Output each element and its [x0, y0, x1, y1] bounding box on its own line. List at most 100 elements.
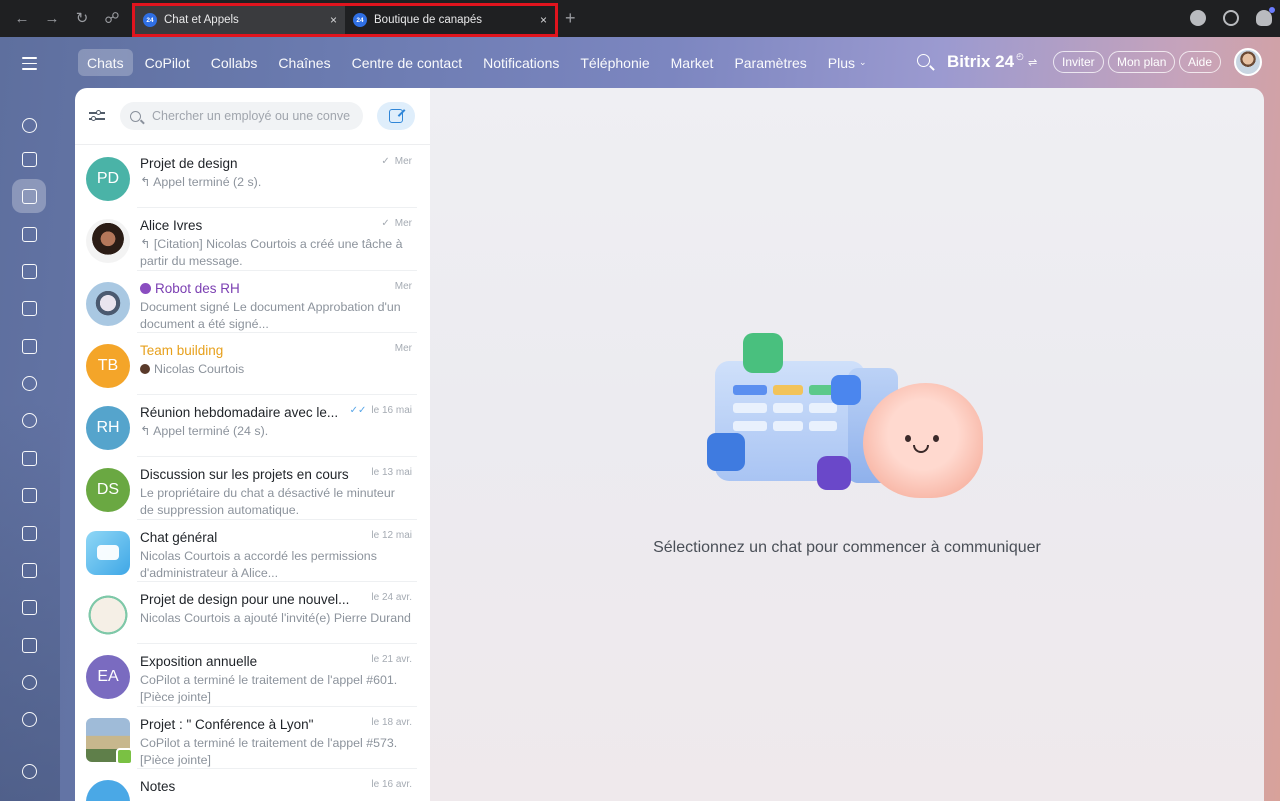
- chat-item-projet-de-design[interactable]: PD Projet de design ✓ Mer ↰ Appel terminé…: [75, 146, 430, 209]
- avatar: EA: [86, 655, 130, 700]
- chat-item-chat-general[interactable]: Chat général le 12 mai Nicolas Courtois …: [75, 520, 430, 583]
- chat-search-input[interactable]: [152, 109, 352, 123]
- help-button[interactable]: Aide: [1179, 51, 1222, 73]
- back-arrow-icon[interactable]: ←: [14, 10, 30, 27]
- chat-snippet: CoPilot a terminé le traitement de l'app…: [140, 673, 398, 705]
- chat-title: Robot des RH: [155, 280, 240, 296]
- cart-icon[interactable]: [12, 590, 46, 624]
- search-icon[interactable]: [917, 54, 930, 67]
- chat-icon[interactable]: [12, 179, 46, 213]
- crm-icon[interactable]: [12, 516, 46, 550]
- bot-badge-icon: [140, 282, 151, 294]
- chat-date: le 12 mai: [371, 529, 412, 541]
- chat-snippet: Nicolas Courtois: [154, 361, 245, 376]
- download-icon[interactable]: [1190, 10, 1206, 26]
- nav-notifications[interactable]: Notifications: [474, 49, 568, 76]
- calendar-icon[interactable]: [12, 217, 46, 251]
- workgroups-icon[interactable]: [12, 441, 46, 475]
- chat-item-conference-lyon[interactable]: Projet : " Conférence à Lyon" le 18 avr.…: [75, 707, 430, 769]
- goal-icon[interactable]: [12, 702, 46, 736]
- chat-item-team-building[interactable]: TB Team building Mer Nicolas Courtois: [75, 333, 430, 396]
- nav-centre-de-contact[interactable]: Centre de contact: [343, 49, 472, 76]
- new-tab-plus-icon[interactable]: +: [565, 9, 576, 27]
- close-icon[interactable]: ×: [330, 13, 337, 27]
- chat-item-robot-des-rh[interactable]: Robot des RH Mer Document signé Le docum…: [75, 271, 430, 333]
- bitrix-logo[interactable]: Bitrix 24 ◴ ⇌: [947, 51, 1038, 72]
- user-avatar[interactable]: [1234, 48, 1262, 76]
- bitrix-favicon-icon: 24: [143, 13, 157, 27]
- reload-icon[interactable]: ↻: [74, 10, 90, 27]
- empty-state-message: Sélectionnez un chat pour commencer à co…: [653, 539, 1041, 556]
- chat-list: PD Projet de design ✓ Mer ↰ Appel terminé…: [75, 145, 430, 801]
- cloud-icon[interactable]: [1256, 7, 1275, 26]
- tab-boutique-de-canapes[interactable]: 24 Boutique de canapés ×: [345, 6, 555, 34]
- avatar: DS: [86, 468, 130, 513]
- link-icon[interactable]: ☍: [104, 10, 120, 27]
- chat-empty-state: Sélectionnez un chat pour commencer à co…: [430, 88, 1264, 801]
- hexagon-icon[interactable]: [12, 403, 46, 437]
- sliders-icon: ⇌: [1027, 56, 1038, 69]
- tab-title: Chat et Appels: [164, 14, 239, 26]
- chat-snippet: CoPilot a terminé le traitement de l'app…: [140, 735, 398, 767]
- chat-item-notes[interactable]: Notes le 16 avr.: [75, 769, 430, 801]
- flow-icon[interactable]: [12, 108, 46, 142]
- tasks-icon[interactable]: [12, 478, 46, 512]
- invite-button[interactable]: Inviter: [1053, 51, 1104, 73]
- close-icon[interactable]: ×: [540, 13, 547, 27]
- document-icon[interactable]: [12, 254, 46, 288]
- avatar: TB: [86, 343, 130, 388]
- chat-title: Projet de design: [140, 156, 238, 171]
- app-background: Chats CoPilot Collabs Chaînes Centre de …: [0, 37, 1280, 801]
- chat-date: Mer: [394, 218, 412, 230]
- double-check-icon: ✓✓: [349, 405, 367, 417]
- box-icon[interactable]: [12, 553, 46, 587]
- contacts-icon[interactable]: [12, 366, 46, 400]
- menu-icon[interactable]: [22, 57, 37, 74]
- nav-plus[interactable]: Plus ⌄: [819, 49, 876, 76]
- notes-icon: [86, 779, 130, 801]
- chat-date: le 21 avr.: [371, 654, 412, 666]
- chat-snippet: Document signé Le document Approbation d…: [140, 299, 401, 331]
- feed-icon[interactable]: [12, 142, 46, 176]
- tab-title: Boutique de canapés: [374, 14, 483, 26]
- tab-chat-et-appels[interactable]: 24 Chat et Appels ×: [135, 6, 345, 34]
- filter-sliders-icon[interactable]: [87, 107, 109, 125]
- chat-date: le 18 avr.: [371, 716, 412, 728]
- chat-snippet: Nicolas Courtois a accordé les permissio…: [140, 548, 377, 580]
- copilot-icon: [817, 456, 851, 490]
- nav-telephonie[interactable]: Téléphonie: [571, 49, 658, 76]
- compose-icon: [389, 109, 403, 123]
- chat-item-reunion-hebdomadaire[interactable]: RH Réunion hebdomadaire avec le... ✓✓ le …: [75, 395, 430, 458]
- chat-item-exposition-annuelle[interactable]: EA Exposition annuelle le 21 avr. CoPilo…: [75, 644, 430, 707]
- nav-chats[interactable]: Chats: [78, 49, 133, 76]
- chat-snippet: ↰ [Citation] Nicolas Courtois a créé une…: [140, 237, 403, 269]
- sites-icon[interactable]: [12, 628, 46, 662]
- forward-arrow-icon[interactable]: →: [44, 10, 60, 27]
- read-check-icon: ✓: [381, 156, 390, 167]
- nav-market[interactable]: Market: [662, 49, 723, 76]
- drive-icon[interactable]: [12, 291, 46, 325]
- green-filter-icon: [743, 333, 783, 373]
- chat-item-alice-ivres[interactable]: Alice Ivres ✓ Mer ↰ [Citation] Nicolas Co…: [75, 208, 430, 271]
- new-chat-button[interactable]: [377, 102, 415, 130]
- history-icon[interactable]: [1223, 10, 1239, 26]
- highlighted-tabs: 24 Chat et Appels × 24 Boutique de canap…: [132, 3, 558, 37]
- chat-list-header: [75, 88, 430, 145]
- chat-title: Alice Ivres: [140, 218, 203, 234]
- settings-icon[interactable]: [12, 754, 46, 788]
- chat-search[interactable]: [120, 102, 363, 130]
- chat-date: le 16 mai: [371, 405, 412, 417]
- nav-chaines[interactable]: Chaînes: [269, 49, 339, 76]
- nav-copilot[interactable]: CoPilot: [136, 49, 199, 76]
- chat-date: le 24 avr.: [371, 592, 412, 604]
- general-chat-icon: [86, 530, 130, 575]
- nav-parametres[interactable]: Paramètres: [725, 49, 815, 76]
- mail-icon[interactable]: [12, 329, 46, 363]
- my-plan-button[interactable]: Mon plan: [1108, 51, 1176, 73]
- chat-item-discussion-projets[interactable]: DS Discussion sur les projets en cours l…: [75, 457, 430, 520]
- nav-plus-label: Plus: [827, 54, 856, 71]
- chat-item-projet-design-nouvel[interactable]: Projet de design pour une nouvel... le 2…: [75, 582, 430, 645]
- brand-name: Bitrix 24: [947, 52, 1015, 71]
- nav-collabs[interactable]: Collabs: [202, 49, 267, 76]
- bot-icon[interactable]: [12, 665, 46, 699]
